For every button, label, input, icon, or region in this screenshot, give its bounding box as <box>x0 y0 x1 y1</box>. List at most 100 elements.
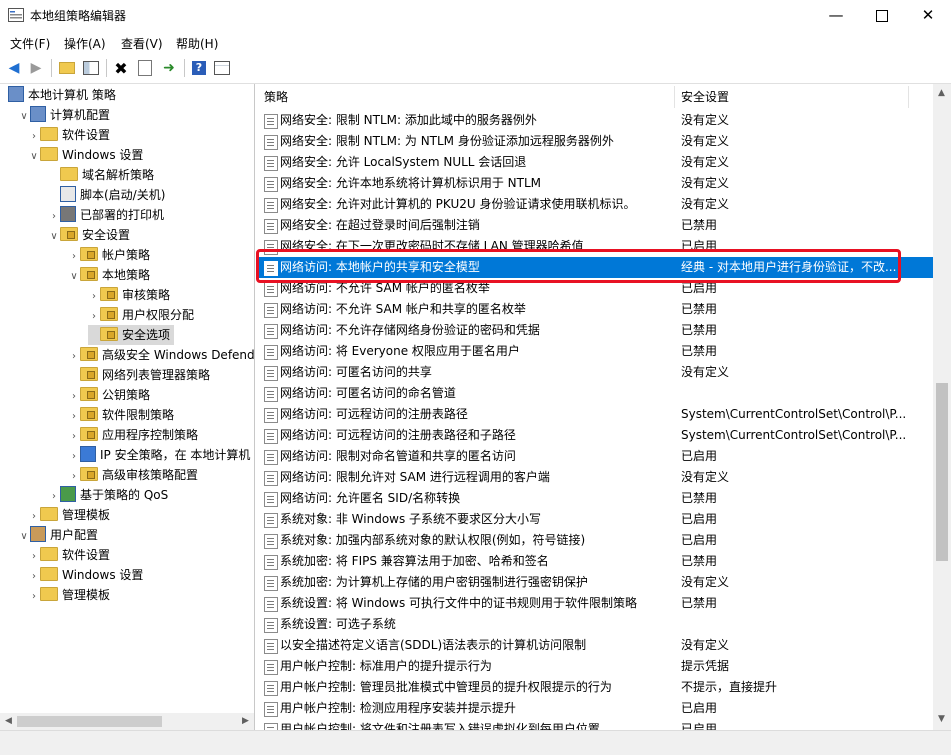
tree-item[interactable]: › 管理模板 <box>28 585 110 605</box>
delete-icon[interactable]: ✖ <box>112 59 130 78</box>
collapse-chevron-icon[interactable]: › <box>68 387 80 407</box>
collapse-chevron-icon[interactable]: › <box>68 347 80 367</box>
up-folder-icon[interactable] <box>58 59 76 77</box>
policy-row[interactable]: 网络安全: 在超过登录时间后强制注销 已禁用 <box>256 215 934 236</box>
export-icon[interactable]: ➜ <box>160 59 178 77</box>
policy-row[interactable]: 系统设置: 可选子系统 <box>256 614 934 635</box>
tree-item[interactable]: › 公钥策略 <box>68 385 150 405</box>
menu-action[interactable]: 操作(A) <box>64 35 106 52</box>
policy-row[interactable]: 用户帐户控制: 标准用户的提升提示行为 提示凭据 <box>256 656 934 677</box>
collapse-chevron-icon[interactable]: › <box>28 567 40 587</box>
column-divider[interactable] <box>908 86 909 108</box>
collapse-chevron-icon[interactable]: › <box>48 487 60 507</box>
policy-row[interactable]: 用户帐户控制: 检测应用程序安装并提示提升 已启用 <box>256 698 934 719</box>
tree-item[interactable]: › 用户权限分配 <box>88 305 194 325</box>
policy-row[interactable]: 网络访问: 允许匿名 SID/名称转换 已禁用 <box>256 488 934 509</box>
tree-item[interactable]: › 管理模板 <box>28 505 110 525</box>
column-divider[interactable] <box>674 86 675 108</box>
properties-icon[interactable] <box>136 59 154 77</box>
tree-item[interactable]: 安全选项 <box>88 325 175 345</box>
tree-item[interactable]: › IP 安全策略，在 本地计算机 <box>68 445 250 465</box>
tree-item[interactable]: 域名解析策略 <box>48 165 154 185</box>
tree-item[interactable]: › 软件限制策略 <box>68 405 174 425</box>
policy-row[interactable]: 系统对象: 加强内部系统对象的默认权限(例如，符号链接) 已启用 <box>256 530 934 551</box>
tree-item[interactable]: ∨ 计算机配置 <box>18 105 110 125</box>
help-icon[interactable]: ? <box>190 59 208 77</box>
column-header-setting[interactable]: 安全设置 <box>681 84 729 110</box>
tree-item[interactable]: › 高级审核策略配置 <box>68 465 198 485</box>
collapse-chevron-icon[interactable]: › <box>28 507 40 527</box>
scroll-right-icon[interactable]: ▶ <box>237 716 254 726</box>
expand-chevron-icon[interactable]: ∨ <box>18 107 30 127</box>
policy-row[interactable]: 网络访问: 限制允许对 SAM 进行远程调用的客户端 没有定义 <box>256 467 934 488</box>
view-icon[interactable] <box>213 59 231 77</box>
back-icon[interactable]: ◀ <box>5 59 23 77</box>
tree-item[interactable]: ∨ Windows 设置 <box>28 145 143 165</box>
tree-item[interactable]: ∨ 安全设置 <box>48 225 130 245</box>
scroll-left-icon[interactable]: ◀ <box>0 716 17 726</box>
show-hide-tree-icon[interactable] <box>82 59 100 77</box>
collapse-chevron-icon[interactable]: › <box>28 127 40 147</box>
tree-item[interactable]: ∨ 用户配置 <box>18 525 98 545</box>
policy-row[interactable]: 网络访问: 将 Everyone 权限应用于匿名用户 已禁用 <box>256 341 934 362</box>
tree-item[interactable]: 脚本(启动/关机) <box>48 185 165 205</box>
tree-item[interactable]: › 审核策略 <box>88 285 170 305</box>
minimize-button[interactable]: — <box>813 0 859 31</box>
expand-chevron-icon[interactable]: ∨ <box>48 227 60 247</box>
list-scroll-thumb[interactable] <box>936 383 948 561</box>
policy-row[interactable]: 以安全描述符定义语言(SDDL)语法表示的计算机访问限制 没有定义 <box>256 635 934 656</box>
collapse-chevron-icon[interactable]: › <box>88 307 100 327</box>
expand-chevron-icon[interactable]: ∨ <box>68 267 80 287</box>
tree-item[interactable]: › 应用程序控制策略 <box>68 425 198 445</box>
collapse-chevron-icon[interactable]: › <box>28 547 40 567</box>
collapse-chevron-icon[interactable]: › <box>68 447 80 467</box>
tree-item[interactable]: › Windows 设置 <box>28 565 143 585</box>
policy-row[interactable]: 网络访问: 可远程访问的注册表路径和子路径 System\CurrentContr… <box>256 425 934 446</box>
tree-item[interactable]: ∨ 本地策略 <box>68 265 150 285</box>
tree-scroll-thumb[interactable] <box>17 716 162 727</box>
close-button[interactable]: ✕ <box>905 0 951 31</box>
policy-row[interactable]: 系统对象: 非 Windows 子系统不要求区分大小写 已启用 <box>256 509 934 530</box>
collapse-chevron-icon[interactable]: › <box>68 407 80 427</box>
collapse-chevron-icon[interactable]: › <box>88 287 100 307</box>
scroll-up-icon[interactable]: ▲ <box>933 88 950 98</box>
policy-row[interactable]: 网络安全: 允许对此计算机的 PKU2U 身份验证请求使用联机标识。 没有定义 <box>256 194 934 215</box>
policy-row[interactable]: 系统加密: 为计算机上存储的用户密钥强制进行强密钥保护 没有定义 <box>256 572 934 593</box>
policy-row[interactable]: 网络安全: 允许 LocalSystem NULL 会话回退 没有定义 <box>256 152 934 173</box>
expand-chevron-icon[interactable]: ∨ <box>18 527 30 547</box>
policy-row[interactable]: 网络安全: 允许本地系统将计算机标识用于 NTLM 没有定义 <box>256 173 934 194</box>
maximize-button[interactable] <box>859 0 905 31</box>
policy-row[interactable]: 系统设置: 将 Windows 可执行文件中的证书规则用于软件限制策略 已禁用 <box>256 593 934 614</box>
collapse-chevron-icon[interactable]: › <box>48 207 60 227</box>
policy-row[interactable]: 网络访问: 不允许 SAM 帐户的匿名枚举 已启用 <box>256 278 934 299</box>
tree-item[interactable]: 网络列表管理器策略 <box>68 365 210 385</box>
policy-row[interactable]: 网络访问: 不允许存储网络身份验证的密码和凭据 已禁用 <box>256 320 934 341</box>
policy-row[interactable]: 网络安全: 在下一次更改密码时不存储 LAN 管理器哈希值 已启用 <box>256 236 934 257</box>
tree-item[interactable]: › 帐户策略 <box>68 245 150 265</box>
collapse-chevron-icon[interactable]: › <box>68 247 80 267</box>
policy-row[interactable]: 网络访问: 限制对命名管道和共享的匿名访问 已启用 <box>256 446 934 467</box>
forward-icon[interactable]: ▶ <box>27 59 45 77</box>
collapse-chevron-icon[interactable]: › <box>68 467 80 487</box>
tree-item[interactable]: › 已部署的打印机 <box>48 205 164 225</box>
tree-item[interactable]: › 软件设置 <box>28 545 110 565</box>
tree-item[interactable]: › 基于策略的 QoS <box>48 485 168 505</box>
tree-item[interactable]: › 高级安全 Windows Defender 防火墙 <box>68 345 254 367</box>
expand-chevron-icon[interactable]: ∨ <box>28 147 40 167</box>
policy-row[interactable]: 网络访问: 可匿名访问的命名管道 <box>256 383 934 404</box>
policy-row[interactable]: 网络访问: 不允许 SAM 帐户和共享的匿名枚举 已禁用 <box>256 299 934 320</box>
policy-row[interactable]: 网络安全: 限制 NTLM: 添加此域中的服务器例外 没有定义 <box>256 110 934 131</box>
policy-row[interactable]: 网络访问: 可远程访问的注册表路径 System\CurrentControlSe… <box>256 404 934 425</box>
tree-item[interactable]: 本地计算机 策略 <box>8 85 116 105</box>
scroll-down-icon[interactable]: ▼ <box>933 714 950 724</box>
policy-row[interactable]: 系统加密: 将 FIPS 兼容算法用于加密、哈希和签名 已禁用 <box>256 551 934 572</box>
menu-view[interactable]: 查看(V) <box>121 35 163 52</box>
collapse-chevron-icon[interactable]: › <box>28 587 40 607</box>
menu-help[interactable]: 帮助(H) <box>176 35 218 52</box>
policy-row[interactable]: 网络访问: 本地帐户的共享和安全模型 经典 - 对本地用户进行身份验证，不改... <box>256 257 934 278</box>
column-header-policy[interactable]: 策略 <box>264 84 288 110</box>
policy-row[interactable]: 网络访问: 可匿名访问的共享 没有定义 <box>256 362 934 383</box>
policy-row[interactable]: 网络安全: 限制 NTLM: 为 NTLM 身份验证添加远程服务器例外 没有定义 <box>256 131 934 152</box>
menu-file[interactable]: 文件(F) <box>10 35 50 52</box>
collapse-chevron-icon[interactable]: › <box>68 427 80 447</box>
